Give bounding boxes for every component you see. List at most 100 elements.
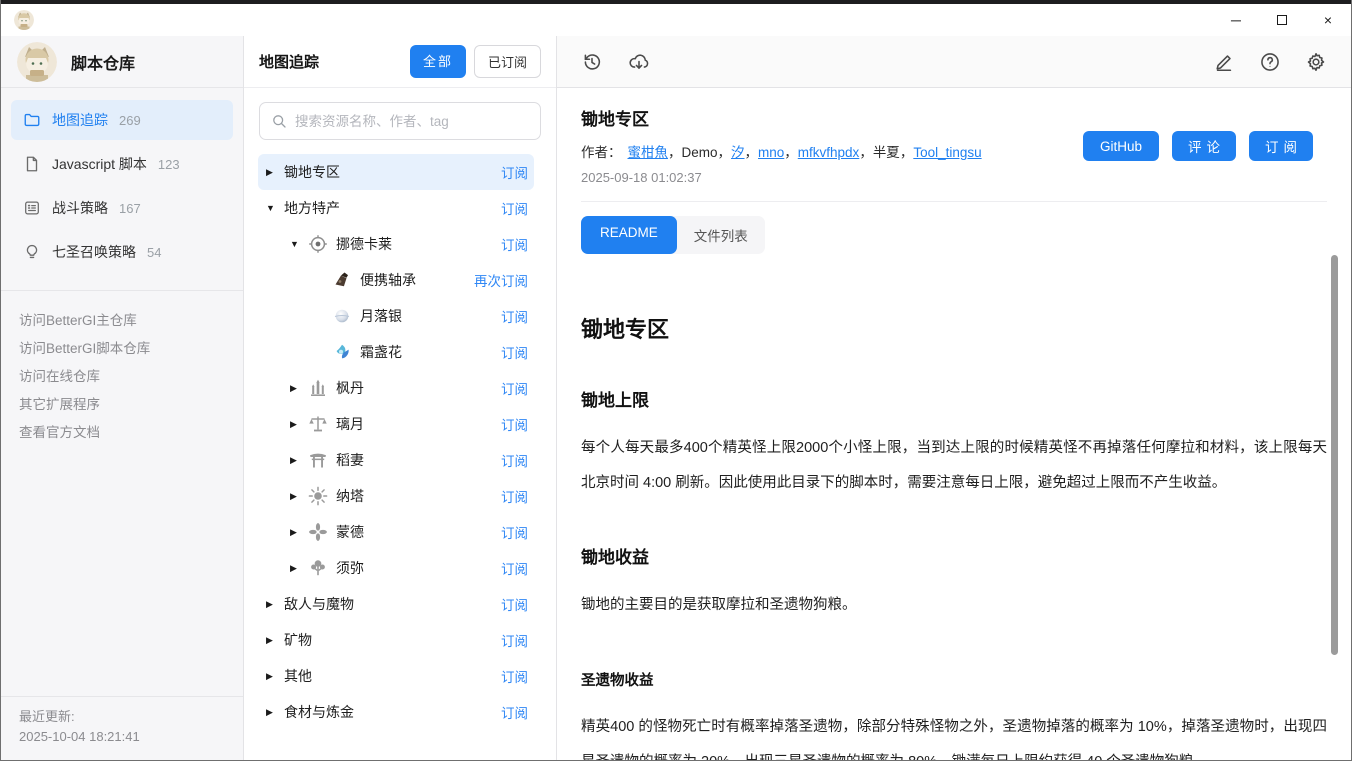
comment-button[interactable]: 评论 bbox=[1172, 131, 1236, 161]
sidebar-item[interactable]: 七圣召唤策略54 bbox=[11, 232, 233, 272]
subscribe-link[interactable]: 订阅 bbox=[501, 450, 534, 470]
sidebar-item-count: 269 bbox=[119, 113, 141, 128]
sidebar-link[interactable]: 访问BetterGI主仓库 bbox=[19, 307, 225, 335]
search-input[interactable] bbox=[295, 114, 529, 129]
tree-item-label: 须弥 bbox=[336, 558, 364, 578]
tree-row[interactable]: ▶敌人与魔物订阅 bbox=[258, 586, 534, 622]
subscribe-link[interactable]: 订阅 bbox=[501, 558, 534, 578]
tree-row[interactable]: ▶食材与炼金订阅 bbox=[258, 694, 534, 730]
subscribe-button[interactable]: 订阅 bbox=[1249, 131, 1313, 161]
resubscribe-link[interactable]: 再次订阅 bbox=[474, 270, 534, 290]
scrollbar-thumb[interactable] bbox=[1331, 255, 1338, 655]
cloud-download-icon[interactable] bbox=[628, 51, 650, 73]
sidebar-nav: 地图追踪269Javascript 脚本123战斗策略167七圣召唤策略54 bbox=[1, 88, 243, 291]
fontaine-icon bbox=[308, 378, 328, 398]
subscribe-link[interactable]: 订阅 bbox=[501, 198, 534, 218]
sidebar-item[interactable]: 地图追踪269 bbox=[11, 100, 233, 140]
action-buttons: GitHub 评论 订阅 bbox=[1083, 131, 1313, 161]
app-title: 脚本仓库 bbox=[71, 50, 135, 74]
chevron-right-icon[interactable]: ▶ bbox=[290, 419, 308, 430]
close-button[interactable]: × bbox=[1305, 4, 1351, 36]
tree-row[interactable]: ▶稻妻订阅 bbox=[258, 442, 534, 478]
tree-row[interactable]: ▶其他订阅 bbox=[258, 658, 534, 694]
sidebar-item[interactable]: 战斗策略167 bbox=[11, 188, 233, 228]
sidebar-footer: 最近更新: 2025-10-04 18:21:41 bbox=[1, 696, 243, 761]
chevron-right-icon[interactable]: ▶ bbox=[290, 563, 308, 574]
subscribe-link[interactable]: 订阅 bbox=[501, 342, 534, 362]
tree-row[interactable]: ▶纳塔订阅 bbox=[258, 478, 534, 514]
author-link[interactable]: mfkvfhpdx bbox=[798, 145, 860, 160]
resource-list-panel: 地图追踪 全部 已订阅 ▶锄地专区订阅▼地方特产订阅▼挪德卡莱订阅便携轴承再次订… bbox=[244, 36, 557, 761]
tab-readme[interactable]: README bbox=[581, 216, 677, 254]
subscribe-link[interactable]: 订阅 bbox=[501, 234, 534, 254]
maximize-button[interactable] bbox=[1259, 4, 1305, 36]
chevron-right-icon[interactable]: ▶ bbox=[290, 491, 308, 502]
content-toolbar bbox=[557, 36, 1351, 88]
subscribe-link[interactable]: 订阅 bbox=[501, 630, 534, 650]
chevron-right-icon[interactable]: ▶ bbox=[266, 671, 284, 682]
tab-file-list[interactable]: 文件列表 bbox=[677, 216, 765, 254]
chevron-down-icon[interactable]: ▼ bbox=[266, 203, 284, 213]
github-button[interactable]: GitHub bbox=[1083, 131, 1159, 161]
sidebar-links: 访问BetterGI主仓库访问BetterGI脚本仓库访问在线仓库其它扩展程序查… bbox=[1, 291, 243, 463]
window-controls: ─ × bbox=[1213, 4, 1351, 36]
tree-row[interactable]: ▶锄地专区 订阅 bbox=[258, 154, 534, 190]
help-icon[interactable] bbox=[1259, 51, 1281, 73]
list-title: 地图追踪 bbox=[259, 51, 319, 72]
app-icon bbox=[14, 10, 34, 30]
inazuma-icon bbox=[308, 450, 328, 470]
author-link[interactable]: 汐 bbox=[731, 145, 745, 160]
tree-row[interactable]: ▶ 璃月 订阅 bbox=[258, 406, 534, 442]
sidebar-item-count: 167 bbox=[119, 201, 141, 216]
tree-row[interactable]: 便携轴承再次订阅 bbox=[258, 262, 534, 298]
sidebar-link[interactable]: 访问在线仓库 bbox=[19, 363, 225, 391]
subscribe-link[interactable]: 订阅 bbox=[501, 594, 534, 614]
author-link[interactable]: Tool_tingsu bbox=[913, 145, 981, 160]
chevron-right-icon[interactable]: ▶ bbox=[266, 599, 284, 610]
tree-row[interactable]: 霜盏花 订阅 bbox=[258, 334, 534, 370]
sidebar-item[interactable]: Javascript 脚本123 bbox=[11, 144, 233, 184]
author-separator: ， bbox=[668, 145, 682, 160]
chevron-right-icon[interactable]: ▶ bbox=[290, 455, 308, 466]
settings-icon[interactable] bbox=[1305, 51, 1327, 73]
edit-icon[interactable] bbox=[1213, 51, 1235, 73]
tree-row[interactable]: ▶矿物订阅 bbox=[258, 622, 534, 658]
tree-row[interactable]: ▶蒙德订阅 bbox=[258, 514, 534, 550]
subscribe-link[interactable]: 订阅 bbox=[501, 414, 534, 434]
subscribe-link[interactable]: 订阅 bbox=[501, 162, 534, 182]
chevron-right-icon[interactable]: ▶ bbox=[290, 383, 308, 394]
tree-item-label: 锄地专区 bbox=[284, 162, 340, 182]
chevron-right-icon[interactable]: ▶ bbox=[290, 527, 308, 538]
tree-item-label: 璃月 bbox=[336, 414, 364, 434]
subscribe-link[interactable]: 订阅 bbox=[501, 306, 534, 326]
tree-row[interactable]: ▶枫丹订阅 bbox=[258, 370, 534, 406]
last-update-timestamp: 2025-10-04 18:21:41 bbox=[19, 727, 225, 747]
chevron-right-icon[interactable]: ▶ bbox=[266, 635, 284, 646]
subscribe-link[interactable]: 订阅 bbox=[501, 378, 534, 398]
tree-row[interactable]: ▼地方特产订阅 bbox=[258, 190, 534, 226]
readme-paragraph: 每个人每天最多400个精英怪上限2000个小怪上限，当到达上限的时候精英怪不再掉… bbox=[581, 431, 1327, 501]
minimize-button[interactable]: ─ bbox=[1213, 4, 1259, 36]
tree-row[interactable]: ▼挪德卡莱订阅 bbox=[258, 226, 534, 262]
sidebar-link[interactable]: 其它扩展程序 bbox=[19, 391, 225, 419]
tree-row[interactable]: 月落银订阅 bbox=[258, 298, 534, 334]
filter-all-button[interactable]: 全部 bbox=[410, 45, 466, 78]
chevron-right-icon[interactable]: ▶ bbox=[266, 707, 284, 718]
filter-subscribed-button[interactable]: 已订阅 bbox=[474, 45, 541, 78]
chevron-down-icon[interactable]: ▼ bbox=[290, 239, 308, 249]
author-separator: ， bbox=[900, 145, 914, 160]
history-icon[interactable] bbox=[581, 51, 603, 73]
tree-item-label: 霜盏花 bbox=[360, 342, 402, 362]
sidebar-link[interactable]: 查看官方文档 bbox=[19, 419, 225, 447]
chevron-right-icon[interactable]: ▶ bbox=[266, 167, 284, 178]
author-link[interactable]: 蜜柑魚 bbox=[628, 145, 669, 160]
author-link[interactable]: mno bbox=[758, 145, 784, 160]
subscribe-link[interactable]: 订阅 bbox=[501, 522, 534, 542]
app-window: ─ × 脚本仓库 地图追踪269Javascript 脚本123战斗策略167七… bbox=[0, 0, 1352, 761]
subscribe-link[interactable]: 订阅 bbox=[501, 702, 534, 722]
author-separator: ， bbox=[745, 145, 759, 160]
tree-row[interactable]: ▶ 须弥 订阅 bbox=[258, 550, 534, 586]
sidebar-link[interactable]: 访问BetterGI脚本仓库 bbox=[19, 335, 225, 363]
subscribe-link[interactable]: 订阅 bbox=[501, 666, 534, 686]
subscribe-link[interactable]: 订阅 bbox=[501, 486, 534, 506]
